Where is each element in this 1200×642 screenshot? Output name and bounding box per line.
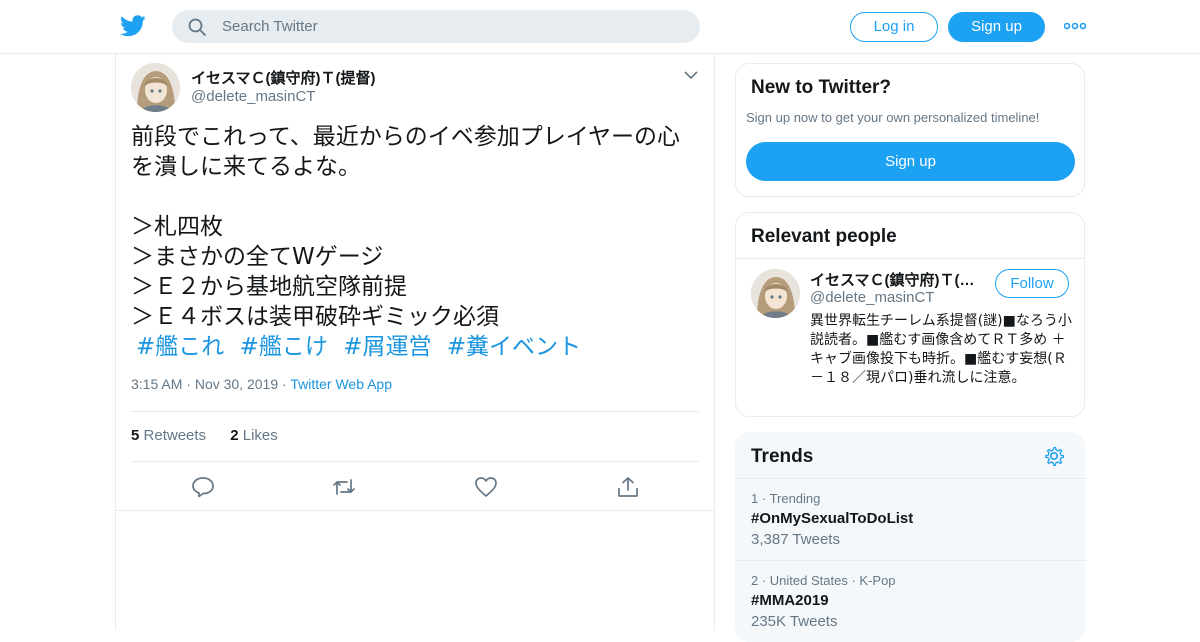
twitter-bird-icon[interactable] bbox=[120, 14, 146, 38]
trends-card: Trends 1 · Trending #OnMySexualToDoList … bbox=[735, 432, 1086, 642]
divider bbox=[116, 510, 714, 511]
retweets-count: 5 bbox=[131, 427, 140, 444]
top-bar: Log in Sign up bbox=[0, 0, 1200, 54]
person-bio: 異世界転生チーレム系提督(謎)■なろう小説読者。■艦むす画像含めてＲＴ多め ＋キ… bbox=[810, 313, 1072, 386]
hashtag-link[interactable]: #艦これ bbox=[136, 334, 224, 360]
search-bar bbox=[172, 10, 700, 43]
retweets-label: Retweets bbox=[143, 427, 207, 444]
tweet-source-link[interactable]: Twitter Web App bbox=[290, 376, 392, 392]
more-options-icon[interactable] bbox=[1064, 22, 1086, 30]
likes-count: 2 bbox=[230, 427, 239, 444]
tweet-hashtags: #艦これ #艦こけ #屑運営 #糞イベント bbox=[136, 332, 589, 362]
likes-label: Likes bbox=[242, 427, 278, 444]
gear-icon[interactable] bbox=[1044, 446, 1064, 466]
likes-stat[interactable]: 2 Likes bbox=[230, 427, 278, 444]
hashtag-link[interactable]: #糞イベント bbox=[447, 334, 581, 360]
search-icon bbox=[188, 18, 206, 36]
avatar-image bbox=[751, 269, 800, 318]
author-name[interactable]: イセスマＣ(鎮守府)Ｔ(提督) bbox=[191, 67, 376, 88]
divider bbox=[131, 461, 699, 462]
card-title: Trends bbox=[751, 446, 814, 467]
relevant-people-card: Relevant people イセスマＣ(鎮守府)Ｔ(… @delete_ma… bbox=[735, 212, 1085, 417]
trend-category: Trending bbox=[769, 491, 821, 506]
tweet-time[interactable]: 3:15 AM bbox=[131, 376, 182, 392]
card-title: Relevant people bbox=[751, 226, 897, 247]
avatar[interactable] bbox=[751, 269, 800, 318]
tweet-date[interactable]: Nov 30, 2019 bbox=[195, 376, 278, 392]
signup-button[interactable]: Sign up bbox=[746, 142, 1075, 181]
divider bbox=[736, 258, 1084, 259]
tweet-metadata: 3:15 AM · Nov 30, 2019 · Twitter Web App bbox=[131, 376, 392, 392]
separator-dot: · bbox=[186, 376, 195, 392]
trend-context: 2 · United States · K-Pop bbox=[751, 573, 896, 588]
author-handle[interactable]: @delete_masinCT bbox=[191, 88, 315, 105]
avatar[interactable] bbox=[131, 63, 180, 112]
card-title: New to Twitter? bbox=[751, 77, 892, 98]
avatar-image bbox=[131, 63, 180, 112]
trend-context: 1 · Trending bbox=[751, 491, 821, 506]
trend-rank: 2 bbox=[751, 573, 759, 588]
signup-button[interactable]: Sign up bbox=[948, 12, 1045, 42]
search-input[interactable] bbox=[222, 10, 682, 43]
like-icon[interactable] bbox=[474, 476, 498, 498]
trend-rank: 1 bbox=[751, 491, 759, 506]
tweet-stats: 5 Retweets 2 Likes bbox=[131, 427, 278, 444]
follow-button[interactable]: Follow bbox=[995, 269, 1069, 298]
reply-icon[interactable] bbox=[191, 476, 215, 498]
hashtag-link[interactable]: #艦こけ bbox=[240, 334, 328, 360]
retweet-icon[interactable] bbox=[332, 476, 356, 498]
trend-tweet-count: 235K Tweets bbox=[751, 613, 838, 630]
divider bbox=[131, 411, 699, 412]
trend-hashtag[interactable]: #MMA2019 bbox=[751, 592, 829, 609]
share-icon[interactable] bbox=[616, 476, 640, 498]
login-button[interactable]: Log in bbox=[850, 12, 938, 42]
card-subtitle: Sign up now to get your own personalized… bbox=[746, 110, 1040, 125]
trend-tweet-count: 3,387 Tweets bbox=[751, 531, 840, 548]
tweet-text: 前段でこれって、最近からのイベ参加プレイヤーの心 を潰しに来てるよな。 ＞札四枚… bbox=[131, 124, 681, 330]
divider bbox=[736, 478, 1086, 479]
hashtag-link[interactable]: #屑運営 bbox=[343, 334, 431, 360]
person-handle[interactable]: @delete_masinCT bbox=[810, 289, 934, 306]
trend-hashtag[interactable]: #OnMySexualToDoList bbox=[751, 510, 913, 527]
new-to-twitter-card: New to Twitter? Sign up now to get your … bbox=[735, 63, 1085, 197]
tweet-column: イセスマＣ(鎮守府)Ｔ(提督) @delete_masinCT 前段でこれって、… bbox=[115, 54, 715, 630]
person-name[interactable]: イセスマＣ(鎮守府)Ｔ(… bbox=[810, 269, 980, 290]
trend-category: United States · K-Pop bbox=[769, 573, 896, 588]
chevron-down-icon[interactable] bbox=[684, 70, 698, 80]
divider bbox=[736, 560, 1086, 561]
retweets-stat[interactable]: 5 Retweets bbox=[131, 427, 206, 444]
